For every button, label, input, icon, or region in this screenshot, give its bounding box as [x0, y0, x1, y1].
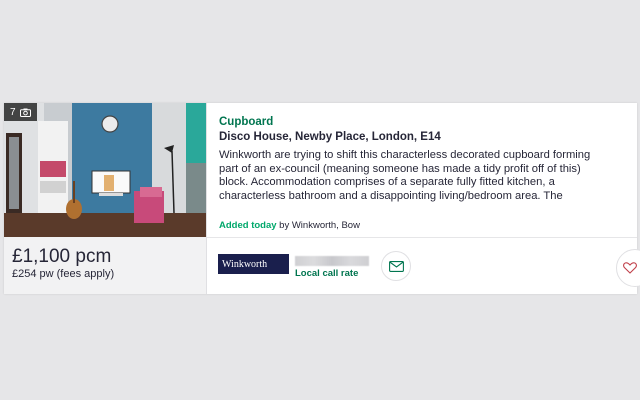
added-info: Added today by Winkworth, Bow: [219, 220, 360, 231]
price-panel[interactable]: £1,100 pcm £254 pw (fees apply): [4, 237, 206, 294]
camera-icon: [19, 108, 31, 117]
property-photo[interactable]: 7: [4, 103, 206, 237]
heart-icon: [623, 262, 637, 274]
listing-address[interactable]: Disco House, Newby Place, London, E14: [219, 131, 441, 143]
call-rate: Local call rate: [295, 268, 359, 279]
room-image: [4, 103, 206, 237]
divider: [206, 103, 207, 294]
listing-description[interactable]: Winkworth are trying to shift this chara…: [219, 149, 602, 204]
photo-count-badge: 7: [4, 103, 37, 121]
property-card[interactable]: 7 £1,100 pcm £254 pw (fees apply) Cupboa…: [4, 103, 640, 294]
listing-title[interactable]: Cupboard: [219, 116, 273, 128]
phone-number-blurred[interactable]: [295, 256, 369, 266]
added-by: by Winkworth, Bow: [276, 220, 360, 231]
email-agent-button[interactable]: [381, 251, 411, 281]
save-favourite-button[interactable]: [616, 249, 640, 287]
divider: [207, 237, 637, 238]
envelope-icon: [388, 260, 404, 272]
agent-logo-text: Winkworth: [222, 258, 268, 270]
photo-count: 7: [10, 106, 16, 118]
agent-logo[interactable]: Winkworth: [218, 254, 289, 274]
price-weekly: £254 pw (fees apply): [12, 268, 115, 280]
price: £1,100 pcm: [12, 246, 112, 267]
added-date: Added today: [219, 220, 277, 231]
